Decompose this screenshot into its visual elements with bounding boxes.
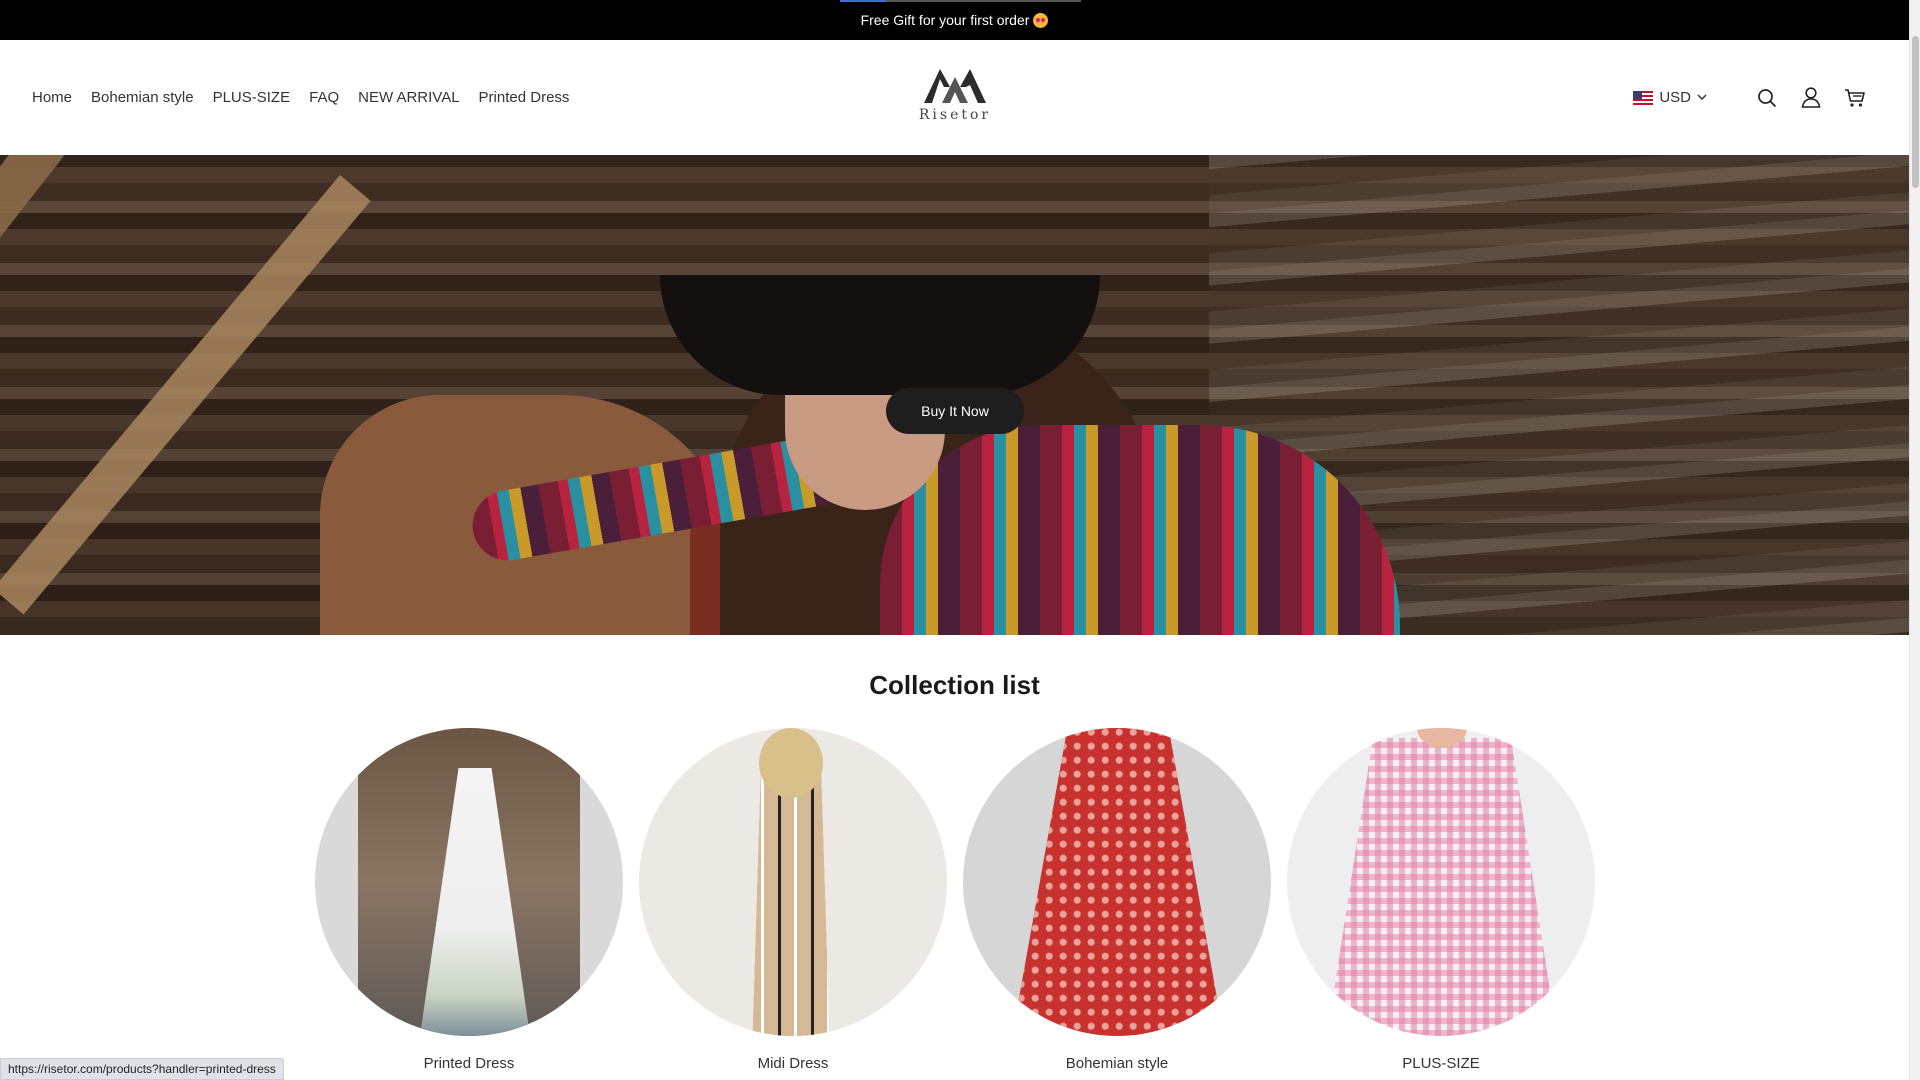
us-flag-icon	[1633, 90, 1654, 105]
account-icon	[1801, 87, 1821, 108]
collection-image	[963, 728, 1271, 1036]
logo-mark-icon	[924, 69, 986, 103]
collection-image	[639, 728, 947, 1036]
nav-item-home[interactable]: Home	[32, 89, 72, 106]
nav-item-faq[interactable]: FAQ	[309, 89, 339, 106]
collection-item-plus-size[interactable]: PLUS-SIZE	[1287, 728, 1595, 1080]
collection-item-label: PLUS-SIZE	[1402, 1055, 1480, 1072]
cart-icon	[1845, 88, 1865, 107]
announcement-text: Free Gift for your first order	[860, 12, 1030, 28]
hero-banner[interactable]: Buy It Now	[0, 155, 1909, 635]
collection-item-midi-dress[interactable]: Midi Dress	[639, 728, 947, 1080]
cart-button[interactable]	[1843, 86, 1867, 110]
link-status-url: https://risetor.com/products?handler=pri…	[0, 1058, 284, 1080]
logo-text: Risetor	[918, 107, 992, 123]
page-scrollbar[interactable]	[1909, 0, 1920, 1080]
nav-item-plus-size[interactable]: PLUS-SIZE	[213, 89, 291, 106]
hero-model-hat	[660, 275, 1100, 395]
hero-beam	[0, 175, 371, 615]
collection-image	[315, 728, 623, 1036]
collection-item-label: Bohemian style	[1065, 1055, 1169, 1072]
site-logo[interactable]: Risetor	[909, 65, 1001, 135]
collection-grid: Printed Dress Midi Dress Bohemian style …	[315, 728, 1595, 1080]
collection-image-hair	[759, 728, 823, 798]
nav-item-new-arrival[interactable]: NEW ARRIVAL	[358, 89, 459, 106]
collection-item-bohemian-style[interactable]: Bohemian style	[963, 728, 1271, 1080]
chevron-down-icon	[1697, 94, 1707, 101]
collection-item-printed-dress[interactable]: Printed Dress	[315, 728, 623, 1080]
collection-item-label: Printed Dress	[423, 1055, 515, 1072]
collection-image-dress	[1012, 728, 1224, 1036]
collection-image	[1287, 728, 1595, 1036]
buy-it-now-button[interactable]: Buy It Now	[886, 388, 1024, 434]
announcement-progress	[840, 0, 1081, 2]
header-actions: USD	[1633, 40, 1867, 155]
announcement-progress-fill	[840, 0, 886, 2]
collection-image-dress	[752, 768, 830, 1036]
account-button[interactable]	[1799, 86, 1823, 110]
currency-selector[interactable]: USD	[1633, 89, 1707, 106]
star-struck-emoji-icon	[1033, 12, 1049, 28]
announcement-bar: Free Gift for your first order	[0, 0, 1909, 40]
nav-item-printed-dress[interactable]: Printed Dress	[479, 89, 570, 106]
currency-label: USD	[1659, 89, 1691, 106]
scrollbar-thumb[interactable]	[1912, 36, 1919, 188]
search-button[interactable]	[1755, 86, 1779, 110]
collection-item-label: Midi Dress	[757, 1055, 829, 1072]
collection-list-title: Collection list	[869, 670, 1040, 700]
main-nav: Home Bohemian style PLUS-SIZE FAQ NEW AR…	[32, 40, 588, 155]
collection-image-dress	[1327, 738, 1557, 1036]
nav-item-bohemian-style[interactable]: Bohemian style	[91, 89, 194, 106]
site-header: Home Bohemian style PLUS-SIZE FAQ NEW AR…	[0, 40, 1909, 155]
search-icon	[1758, 88, 1777, 107]
